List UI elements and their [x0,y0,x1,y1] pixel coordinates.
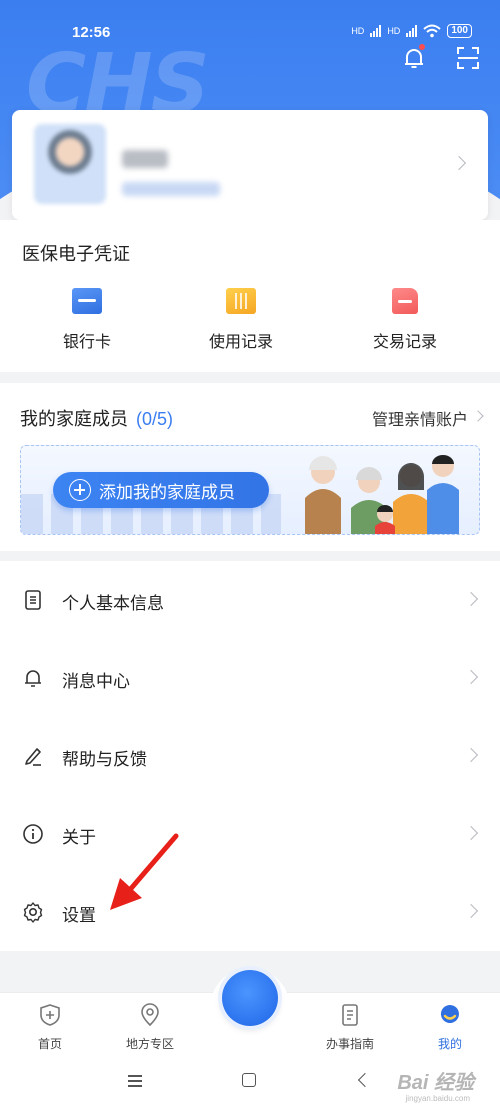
family-title: 我的家庭成员 (0/5) [20,405,173,431]
system-navigation-bar: Bai 经验 jingyan.baidu.com [0,1056,500,1111]
bell-icon [25,670,41,687]
add-family-member-label: 添加我的家庭成员 [99,482,235,502]
user-name-blurred [122,150,168,168]
menu-icon[interactable] [128,1075,142,1087]
user-id-blurred [122,182,220,196]
menu-item-settings[interactable]: 设置 [0,873,500,951]
menu-item-label: 个人基本信息 [62,594,164,613]
avatar [34,124,106,204]
voucher-section: 医保电子凭证 银行卡 使用记录 交易记录 [0,220,500,372]
scan-icon [457,47,479,69]
notification-button[interactable] [400,44,428,72]
profile-card[interactable] [12,110,488,220]
status-bar: 12:56 HD HD 100 [0,22,500,46]
family-banner[interactable]: 添加我的家庭成员 [20,445,480,535]
plus-circle-icon [69,479,91,501]
voucher-title: 医保电子凭证 [22,244,130,264]
menu-item-label: 设置 [62,906,96,925]
chevron-right-icon [463,669,479,685]
tab-home[interactable]: 首页 [10,1003,90,1052]
document-icon [25,590,41,610]
back-icon[interactable] [357,1072,373,1088]
guide-doc-icon [342,1004,358,1026]
menu-item-label: 关于 [62,828,96,847]
menu-item-personal-info[interactable]: 个人基本信息 [0,561,500,639]
menu-item-label: 消息中心 [62,672,130,691]
center-action-button[interactable] [222,970,278,1026]
bank-card-entry[interactable]: 银行卡 [27,288,147,352]
tab-label: 首页 [37,1037,62,1051]
signal-icon [406,25,418,37]
family-count: (0/5) [136,409,174,429]
menu-list: 个人基本信息 消息中心 帮助与反馈 关于 设置 [0,561,500,951]
usage-record-entry[interactable]: 使用记录 [181,288,301,352]
home-icon[interactable] [242,1073,256,1087]
tab-service-guide[interactable]: 办事指南 [310,1003,390,1052]
chevron-right-icon [472,410,484,422]
shield-plus-icon [40,1004,60,1026]
family-title-text: 我的家庭成员 [20,409,128,429]
tab-label: 地方专区 [125,1037,174,1051]
network-label-2: HD [387,26,401,36]
transaction-record-label: 交易记录 [372,334,437,351]
menu-item-help-feedback[interactable]: 帮助与反馈 [0,717,500,795]
add-family-member-button[interactable]: 添加我的家庭成员 [53,472,269,508]
usage-record-label: 使用记录 [208,334,273,351]
bank-card-label: 银行卡 [62,334,111,351]
annotation-arrow-icon [110,833,179,910]
location-pin-icon [141,1003,159,1027]
wifi-icon [423,24,441,38]
profile-icon [440,1005,459,1023]
scan-button[interactable] [454,44,482,72]
tab-label: 我的 [437,1037,462,1051]
family-illustration [305,455,459,534]
menu-item-message-center[interactable]: 消息中心 [0,639,500,717]
signal-icon [370,25,382,37]
battery-indicator: 100 [447,24,472,38]
network-label-1: HD [351,26,365,36]
menu-item-label: 帮助与反馈 [62,750,147,769]
chevron-right-icon [463,903,479,919]
info-icon [23,824,43,844]
chevron-right-icon [463,591,479,607]
family-section: 我的家庭成员 (0/5) 管理亲情账户 添加我的家庭成员 [0,383,500,551]
transaction-record-entry[interactable]: 交易记录 [345,288,465,352]
bank-card-icon [72,288,102,314]
manage-family-account-link[interactable]: 管理亲情账户 [372,406,468,430]
watermark: Bai 经验 [397,1072,474,1094]
gear-icon [23,902,43,923]
tab-label: 办事指南 [325,1037,374,1051]
tab-local-zone[interactable]: 地方专区 [110,1003,190,1052]
status-icons: HD HD 100 [351,24,472,38]
tab-mine[interactable]: 我的 [410,1003,490,1052]
chevron-right-icon [463,825,479,841]
status-time: 12:56 [72,24,111,41]
notification-badge [419,44,425,50]
watermark-sub: jingyan.baidu.com [405,1094,470,1103]
chevron-right-icon [451,155,467,171]
manage-family-account-label: 管理亲情账户 [371,412,468,429]
menu-item-about[interactable]: 关于 [0,795,500,873]
usage-record-icon [226,288,256,314]
chevron-right-icon [463,747,479,763]
pen-icon [25,748,41,766]
transaction-record-icon [392,288,418,314]
